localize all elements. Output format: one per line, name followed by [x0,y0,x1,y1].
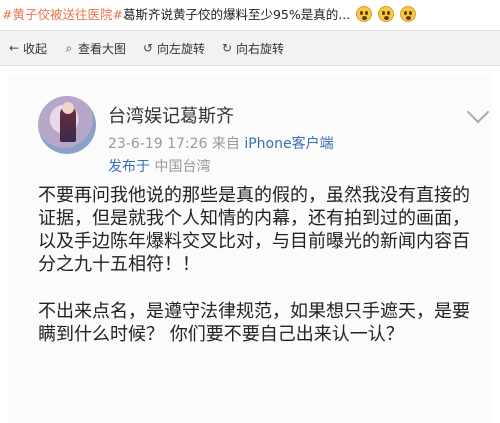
post-date: 23-6-19 17:26 [108,136,208,152]
view-large-image-label: 查看大图 [78,41,127,56]
shocked-face-icon [400,6,417,22]
hashtag-link[interactable]: #黄子佼被送往医院# [2,7,123,22]
rotate-right-label: 向右旋转 [236,41,285,56]
chevron-down-icon [466,100,490,124]
shocked-face-icon [378,6,395,22]
post-username: 台湾娱记葛斯齐 [108,106,234,127]
post-body: 不要再问我他说的那些是真的假的，虽然我没有直接的证据，但是就我个人知情的内幕，还… [38,184,478,370]
post-screenshot-image[interactable]: 台湾娱记葛斯齐 23-6-19 17:26 来自 iPhone客户端 发布于 中… [0,66,500,423]
post-paragraph: 不要再问我他说的那些是真的假的，虽然我没有直接的证据，但是就我个人知情的内幕，还… [38,185,470,275]
view-large-image-button[interactable]: ⌕ 查看大图 [63,40,126,57]
rotate-left-button[interactable]: ↺ 向左旋转 [142,40,205,57]
post-source-prefix: 来自 [211,136,240,152]
rotate-left-label: 向左旋转 [157,41,206,56]
collapse-label: 收起 [23,41,48,56]
rotate-left-icon: ↺ [143,41,154,55]
avatar [38,96,96,154]
collapse-button[interactable]: ← 收起 [8,40,47,57]
rotate-right-button[interactable]: ↻ 向右旋转 [221,40,284,57]
arrow-left-icon: ← [8,41,20,55]
image-toolbar: ← 收起 ⌕ 查看大图 ↺ 向左旋转 ↻ 向右旋转 [0,30,500,66]
post-location: 发布于 中国台湾 [108,156,210,176]
rotate-right-icon: ↻ [222,41,233,55]
magnify-icon: ⌕ [65,40,73,55]
location-prefix: 发布于 [108,159,150,175]
caption-line: #黄子佼被送往医院#葛斯齐说黄子佼的爆料至少95%是真的... [0,0,500,30]
post-paragraph: 不出来点名，是遵守法律规范，如果想只手遮天，是要瞒到什么时候？ 你们要不要自己出… [38,301,470,345]
shocked-face-icon [356,6,373,22]
post-meta: 23-6-19 17:26 来自 iPhone客户端 [108,133,334,153]
caption-headline: 葛斯齐说黄子佼的爆料至少95%是真的... [122,7,351,22]
location-value: 中国台湾 [154,159,211,175]
post-client: iPhone客户端 [244,136,334,152]
weibo-post-card: 台湾娱记葛斯齐 23-6-19 17:26 来自 iPhone客户端 发布于 中… [8,74,492,423]
